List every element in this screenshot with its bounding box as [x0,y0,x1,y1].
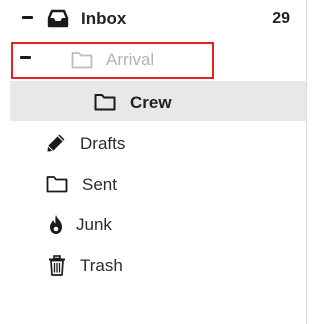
folder-trash[interactable]: Trash [10,246,306,286]
folder-sent[interactable]: Sent [10,165,306,205]
pencil-icon [47,134,65,152]
fire-icon [50,215,62,234]
folder-crew[interactable]: Crew [10,81,306,121]
folder-label: Inbox [81,9,127,28]
inbox-tray-icon [47,9,69,28]
folder-icon [71,52,93,69]
collapse-arrival-button[interactable] [20,56,31,59]
folder-arrival[interactable]: Arrival [10,41,306,81]
unread-count-badge: 29 [272,10,290,27]
folder-label: Drafts [80,134,126,153]
folder-label: Trash [80,256,123,275]
folder-junk[interactable]: Junk [10,205,306,245]
folder-drafts[interactable]: Drafts [10,124,306,164]
folder-label: Crew [130,93,172,112]
collapse-inbox-button[interactable] [22,16,33,19]
folder-icon [94,94,116,111]
folder-label: Junk [76,215,112,234]
folder-label: Sent [82,175,117,194]
folder-tree: Inbox 29 Arrival Crew Drafts Sent Junk T… [0,0,307,324]
folder-icon [46,176,68,193]
folder-inbox[interactable]: Inbox 29 [10,0,306,40]
trash-can-icon [49,255,65,276]
folder-label: Arrival [106,50,155,69]
